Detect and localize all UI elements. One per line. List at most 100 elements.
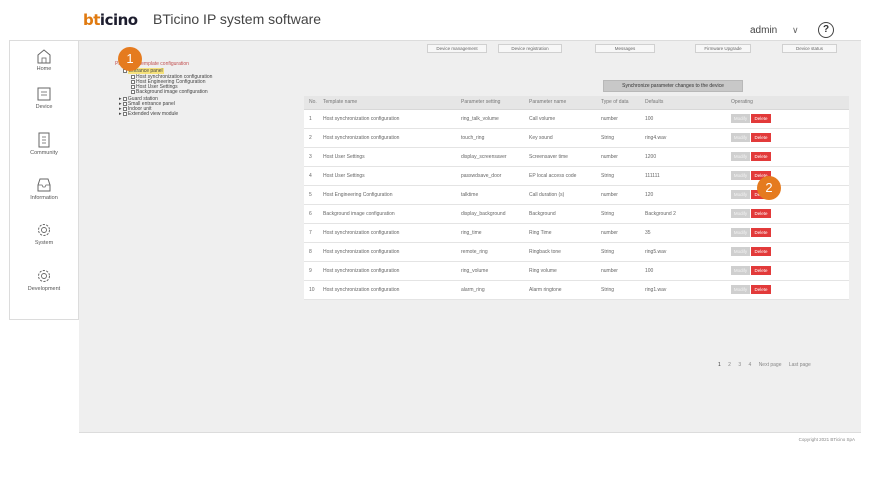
table-cell: number (596, 109, 640, 129)
delete-button[interactable]: Delete (751, 133, 771, 142)
table-row: 3 Host User Settings display_screensaver Sc… (304, 147, 849, 167)
next-page-link[interactable]: Next page (759, 362, 782, 368)
last-page-link[interactable]: Last page (789, 362, 811, 368)
table-cell: Host synchronization configuration (318, 261, 456, 281)
sidebar-item-home[interactable]: Home (10, 45, 78, 79)
modify-button[interactable]: Modify (731, 266, 750, 275)
table-cell: 5 (304, 185, 318, 205)
messages-button[interactable]: Messages (595, 44, 655, 53)
home-icon (37, 49, 51, 64)
table-cell: Ringback tone (524, 242, 596, 262)
footer: Copyright 2021 BTicino SpA (79, 432, 861, 444)
table-row: 2 Host synchronization configuration touch… (304, 128, 849, 148)
device-registration-button[interactable]: Device registration (498, 44, 562, 53)
checkbox[interactable] (131, 89, 135, 94)
sidebar-item-label: Information (30, 195, 58, 201)
operating-cell: ModifyDelete (726, 128, 849, 148)
device-management-button[interactable]: Device management (427, 44, 487, 53)
app-window: bticino BTicino IP system software admin… (0, 0, 890, 488)
modify-button[interactable]: Modify (731, 152, 750, 161)
table-cell: remote_ring (456, 242, 524, 262)
delete-button[interactable]: Delete (751, 152, 771, 161)
table-cell: Host synchronization configuration (318, 223, 456, 243)
table-cell: Screensaver time (524, 147, 596, 167)
modify-button[interactable]: Modify (731, 133, 750, 142)
pagination: 1 2 3 4 Next page Last page (718, 362, 817, 368)
table-cell: 10 (304, 280, 318, 300)
delete-button[interactable]: Delete (751, 285, 771, 294)
modify-button[interactable]: Modify (731, 114, 750, 123)
table-cell: ring_time (456, 223, 524, 243)
column-header: Type of data (596, 96, 640, 110)
modify-button[interactable]: Modify (731, 171, 750, 180)
modify-button[interactable]: Modify (731, 190, 750, 199)
column-header: Defaults (640, 96, 726, 110)
table-cell: Ring Time (524, 223, 596, 243)
table-cell: Alarm ringtone (524, 280, 596, 300)
table-cell: Ring volume (524, 261, 596, 281)
chevron-down-icon[interactable]: ∨ (792, 25, 799, 36)
column-header: No. (304, 96, 318, 110)
device-status-button[interactable]: Device status (782, 44, 837, 53)
table-cell: ring5.wav (640, 242, 726, 262)
callout-badge-1: 1 (118, 47, 142, 71)
delete-button[interactable]: Delete (751, 228, 771, 237)
column-header: Parameter setting (456, 96, 524, 110)
table-cell: number (596, 223, 640, 243)
delete-button[interactable]: Delete (751, 209, 771, 218)
gear-icon (38, 270, 50, 282)
page-link[interactable]: 3 (738, 362, 741, 368)
modify-button[interactable]: Modify (731, 209, 750, 218)
table-cell: 8 (304, 242, 318, 262)
table-cell: Background 2 (640, 204, 726, 224)
operating-cell: ModifyDelete (726, 261, 849, 281)
sidebar-item-community[interactable]: Community (10, 129, 78, 163)
monitor-icon (37, 87, 51, 101)
page-link[interactable]: 1 (718, 362, 721, 368)
help-icon[interactable]: ? (818, 22, 834, 38)
operating-cell: ModifyDelete (726, 147, 849, 167)
operating-cell: ModifyDelete (726, 166, 849, 186)
inbox-icon (37, 178, 51, 192)
delete-button[interactable]: Delete (751, 266, 771, 275)
sidebar-item-development[interactable]: Development (10, 265, 78, 299)
synchronize-button[interactable]: Synchronize parameter changes to the dev… (603, 80, 743, 92)
tree-node-extended-view-module[interactable]: ▸ Extended view module (119, 111, 178, 117)
table-cell: 3 (304, 147, 318, 167)
sidebar-item-label: System (34, 240, 54, 246)
sidebar-item-device[interactable]: Device (10, 83, 78, 117)
table-cell: String (596, 166, 640, 186)
table-row: 7 Host synchronization configuration ring_… (304, 223, 849, 243)
sidebar-item-system[interactable]: System (10, 219, 78, 253)
operating-cell: ModifyDelete (726, 204, 849, 224)
table-cell: ring_talk_volume (456, 109, 524, 129)
column-header: Operating (726, 96, 849, 110)
delete-button[interactable]: Delete (751, 247, 771, 256)
gear-icon (38, 224, 50, 236)
table-cell: 6 (304, 204, 318, 224)
delete-button[interactable]: Delete (751, 114, 771, 123)
table-cell: passwdsave_door (456, 166, 524, 186)
checkbox[interactable] (122, 111, 127, 116)
modify-button[interactable]: Modify (731, 247, 750, 256)
table-cell: 100 (640, 261, 726, 281)
table-cell: String (596, 242, 640, 262)
table-cell: number (596, 261, 640, 281)
firmware-upgrade-button[interactable]: Firmware Upgrade (695, 44, 751, 53)
table-row: 8 Host synchronization configuration remot… (304, 242, 849, 262)
page-link[interactable]: 4 (749, 362, 752, 368)
tree-node-template[interactable]: Background image configuration (131, 89, 208, 95)
modify-button[interactable]: Modify (731, 285, 750, 294)
table-cell: Background image configuration (318, 204, 456, 224)
user-name[interactable]: admin (750, 25, 777, 36)
table-cell: 1200 (640, 147, 726, 167)
table-cell: 1 (304, 109, 318, 129)
page-link[interactable]: 2 (728, 362, 731, 368)
table-body: 1 Host synchronization configuration ring_… (304, 109, 849, 300)
sidebar-item-information[interactable]: Information (10, 174, 78, 208)
sidebar-item-label: Home (36, 66, 52, 72)
table-cell: String (596, 280, 640, 300)
table-cell: number (596, 147, 640, 167)
modify-button[interactable]: Modify (731, 228, 750, 237)
table-header-row: No. Template name Parameter setting Para… (304, 96, 849, 110)
